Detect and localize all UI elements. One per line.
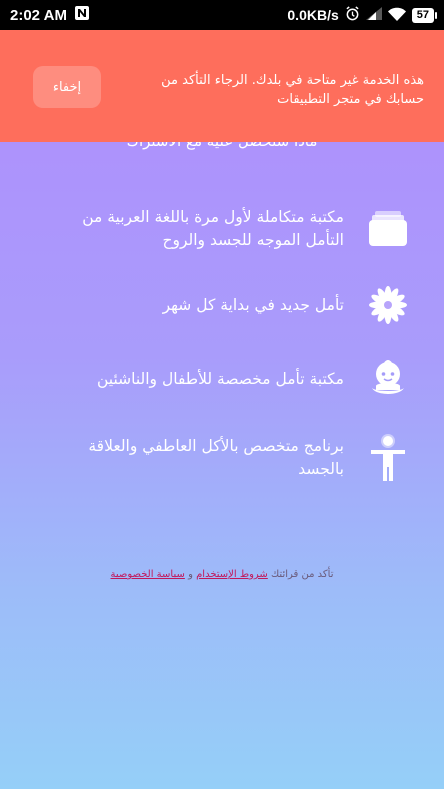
alarm-icon bbox=[345, 6, 360, 24]
feature-item: مكتبة متكاملة لأول مرة باللغة العربية من… bbox=[40, 206, 410, 252]
terms-notice: تأكد من قرائتك شروط الإستخدام و سياسة ال… bbox=[0, 569, 444, 580]
feature-text: تأمل جديد في بداية كل شهر bbox=[162, 295, 344, 314]
feature-text: مكتبة تأمل مخصصة للأطفال والناشئين bbox=[96, 369, 344, 388]
feature-item: مكتبة تأمل مخصصة للأطفال والناشئين bbox=[40, 357, 410, 401]
body-icon bbox=[366, 434, 410, 481]
terms-conjunction: و bbox=[188, 569, 193, 580]
terms-prefix: تأكد من قرائتك bbox=[271, 569, 334, 580]
feature-text: مكتبة متكاملة لأول مرة باللغة العربية من… bbox=[82, 208, 344, 249]
baby-icon bbox=[366, 357, 410, 401]
flower-icon bbox=[366, 283, 410, 327]
library-icon bbox=[366, 207, 410, 251]
battery-indicator: 57 bbox=[411, 7, 438, 23]
unavailable-banner: إخفاء هذه الخدمة غير متاحة في بلدك. الرج… bbox=[0, 30, 444, 142]
status-bar: 2:02 AM 0.0KB/s 57 bbox=[0, 0, 444, 30]
hide-button[interactable]: إخفاء bbox=[33, 66, 101, 108]
wifi-icon bbox=[387, 7, 406, 24]
terms-of-use-link[interactable]: شروط الإستخدام bbox=[196, 569, 268, 580]
privacy-policy-link[interactable]: سياسة الخصوصية bbox=[111, 569, 185, 580]
network-speed: 0.0KB/s bbox=[287, 7, 339, 23]
signal-icon bbox=[365, 7, 382, 23]
clock: 2:02 AM bbox=[10, 6, 67, 24]
feature-item: تأمل جديد في بداية كل شهر bbox=[40, 283, 410, 327]
feature-text: برنامج متخصص بالأكل العاطفي والعلاقة بال… bbox=[88, 437, 344, 478]
banner-message: هذه الخدمة غير متاحة في بلدك. الرجاء الت… bbox=[161, 73, 424, 107]
notification-n-icon bbox=[74, 6, 89, 24]
feature-item: برنامج متخصص بالأكل العاطفي والعلاقة بال… bbox=[40, 434, 410, 481]
